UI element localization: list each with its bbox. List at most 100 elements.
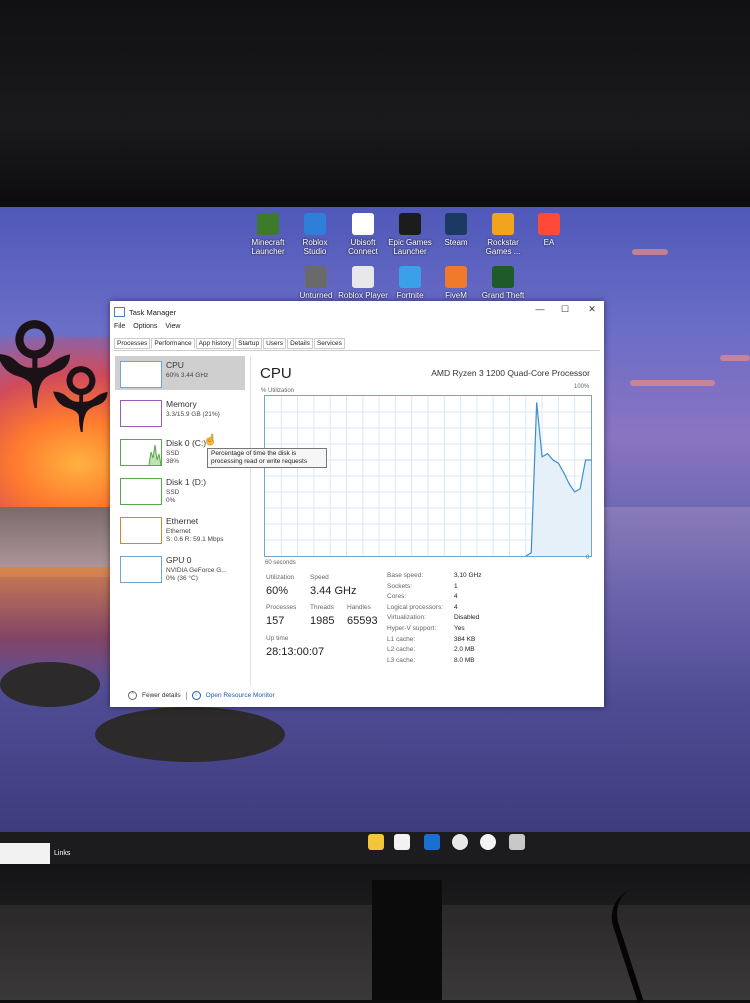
desktop-icon-label: Roblox Studio bbox=[302, 238, 328, 256]
tab-app-history[interactable]: App history bbox=[195, 338, 235, 349]
desktop-icon-ea[interactable]: EA bbox=[522, 213, 576, 247]
task-manager-taskbar-icon[interactable] bbox=[509, 834, 525, 850]
gta-v-icon bbox=[492, 266, 514, 288]
sidebar-thumbnail-graph bbox=[120, 400, 162, 427]
handles-label: Handles bbox=[347, 604, 371, 611]
desktop-icon-label: Unturned bbox=[299, 291, 333, 300]
tab-users[interactable]: Users bbox=[263, 338, 287, 349]
utilization-label: Utilization bbox=[266, 574, 295, 581]
sidebar-item-sub2: 0% (36 °C) bbox=[166, 575, 198, 582]
menu-bar: File Options View bbox=[114, 323, 180, 330]
sidebar-item-gpu-0[interactable]: GPU 0 NVIDIA GeForce G... 0% (36 °C) bbox=[115, 551, 245, 585]
roblox-studio-icon bbox=[304, 213, 326, 235]
microsoft-store-icon[interactable] bbox=[394, 834, 410, 850]
app-icon[interactable] bbox=[480, 834, 496, 850]
footer: ⌃ Fewer details ○ Open Resource Monitor bbox=[128, 691, 275, 700]
spec-label: L3 cache: bbox=[387, 656, 416, 664]
task-manager-icon bbox=[114, 307, 125, 317]
menu-file[interactable]: File bbox=[114, 323, 125, 330]
sidebar-item-sub1: Ethernet bbox=[166, 528, 191, 535]
spec-value: Yes bbox=[454, 625, 465, 632]
epic-games-icon bbox=[399, 213, 421, 235]
sidebar-item-sub1: NVIDIA GeForce G... bbox=[166, 567, 227, 574]
spec-label: Hyper-V support: bbox=[387, 625, 437, 632]
uptime-value: 28:13:00:07 bbox=[266, 646, 325, 658]
taskbar-search-box[interactable] bbox=[0, 843, 50, 864]
speed-label: Speed bbox=[310, 574, 329, 581]
open-resource-monitor-link[interactable]: Open Resource Monitor bbox=[206, 692, 275, 699]
fewer-details-link[interactable]: Fewer details bbox=[142, 692, 181, 699]
sidebar-item-name: Disk 1 (D:) bbox=[166, 477, 207, 487]
file-explorer-icon[interactable] bbox=[368, 834, 384, 850]
sidebar-item-ethernet[interactable]: Ethernet Ethernet S: 0.6 R: 59.1 Mbps bbox=[115, 512, 245, 546]
spec-value: 3.10 GHz bbox=[454, 572, 482, 579]
sidebar-item-disk-1[interactable]: Disk 1 (D:) SSD 0% bbox=[115, 473, 245, 507]
cpu-graph bbox=[264, 395, 592, 557]
sidebar-item-sub1: 60% 3.44 GHz bbox=[166, 372, 209, 379]
sidebar-item-sub1: SSD bbox=[166, 450, 180, 457]
tab-divider bbox=[114, 350, 600, 351]
sidebar-item-name: Memory bbox=[166, 399, 197, 409]
task-manager-window[interactable]: Task Manager — ☐ ✕ File Options View Pro… bbox=[110, 301, 604, 707]
desktop-icon-roblox-player[interactable]: Roblox Player bbox=[336, 266, 390, 300]
tab-services[interactable]: Services bbox=[313, 338, 345, 349]
minimize-button[interactable]: — bbox=[530, 304, 550, 314]
close-button[interactable]: ✕ bbox=[582, 304, 602, 315]
unturned-icon bbox=[305, 266, 327, 288]
spec-label: Cores: bbox=[387, 593, 407, 601]
tab-processes[interactable]: Processes bbox=[114, 338, 151, 349]
sidebar-item-sub2: 0% bbox=[166, 497, 176, 504]
desktop-icon-minecraft[interactable]: Minecraft Launcher bbox=[241, 213, 295, 256]
cpu-graph-svg bbox=[265, 396, 591, 556]
sidebar-item-cpu[interactable]: CPU 60% 3.44 GHz bbox=[115, 356, 245, 390]
chrome-icon[interactable] bbox=[452, 834, 468, 850]
maximize-button[interactable]: ☐ bbox=[555, 304, 575, 315]
desktop-icon-unturned[interactable]: Unturned bbox=[289, 266, 343, 300]
menu-options[interactable]: Options bbox=[133, 323, 157, 330]
spec-label: L2 cache: bbox=[387, 646, 416, 654]
desktop-icon-fivem[interactable]: FiveM bbox=[429, 266, 483, 300]
tab-performance[interactable]: Performance bbox=[151, 338, 195, 349]
sidebar-item-memory[interactable]: Memory 3.3/15.9 GB (21%) bbox=[115, 395, 245, 429]
spec-label: Base speed: bbox=[387, 572, 424, 579]
utilization-value: 60% bbox=[266, 585, 289, 597]
zero-label: 0 bbox=[586, 555, 590, 561]
sidebar-item-sub1: 3.3/15.9 GB (21%) bbox=[166, 411, 220, 418]
tab-startup[interactable]: Startup bbox=[235, 338, 263, 349]
outlook-icon[interactable] bbox=[424, 834, 440, 850]
spec-value: Disabled bbox=[454, 614, 480, 622]
handles-value: 65593 bbox=[347, 615, 378, 627]
taskbar-links-label[interactable]: Links bbox=[54, 850, 70, 857]
chevron-up-icon[interactable]: ⌃ bbox=[128, 691, 137, 700]
menu-view[interactable]: View bbox=[165, 323, 180, 330]
tab-bar: Processes Performance App history Startu… bbox=[114, 338, 346, 349]
max-percent-label: 100% bbox=[574, 384, 590, 390]
window-title: Task Manager bbox=[129, 307, 177, 317]
sidebar-item-name: GPU 0 bbox=[166, 555, 192, 565]
tab-details[interactable]: Details bbox=[287, 338, 313, 349]
hand-cursor-icon: ☝ bbox=[204, 435, 217, 446]
ea-icon bbox=[538, 213, 560, 235]
sidebar-item-sub2: S: 0.6 R: 59.1 Mbps bbox=[166, 536, 224, 543]
main-title: CPU bbox=[260, 365, 292, 382]
spec-value: 1 bbox=[454, 582, 458, 590]
sidebar-thumbnail-graph bbox=[120, 478, 162, 505]
time-axis-label: 60 seconds bbox=[265, 560, 296, 566]
processes-label: Processes bbox=[266, 604, 297, 611]
threads-label: Threads bbox=[310, 604, 334, 611]
performance-sidebar: CPU 60% 3.44 GHz Memory 3.3/15.9 GB (21%) Di… bbox=[115, 356, 245, 686]
desktop-icon-steam[interactable]: Steam bbox=[429, 213, 483, 247]
desktop-icon-ubisoft[interactable]: Ubisoft Connect bbox=[336, 213, 390, 256]
sidebar-item-sub2: 38% bbox=[166, 458, 180, 465]
title-bar[interactable]: Task Manager bbox=[114, 306, 176, 318]
spec-value: 2.0 MB bbox=[454, 646, 475, 654]
spec-value: 384 KB bbox=[454, 635, 476, 643]
wallpaper-rock bbox=[0, 662, 100, 707]
desktop-icon-roblox-studio[interactable]: Roblox Studio bbox=[288, 213, 342, 256]
wallpaper-cloud bbox=[632, 249, 668, 255]
desktop-icon-label: EA bbox=[543, 238, 555, 247]
sidebar-thumbnail-graph bbox=[120, 556, 162, 583]
wallpaper-rock bbox=[95, 707, 285, 762]
sidebar-item-name: CPU bbox=[166, 360, 184, 370]
footer-divider bbox=[185, 691, 187, 700]
